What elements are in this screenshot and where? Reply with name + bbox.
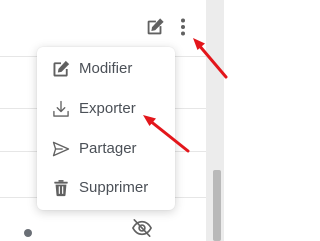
eye-off-icon xyxy=(131,219,153,237)
menu-item-label: Partager xyxy=(79,140,137,157)
status-dot xyxy=(24,229,32,237)
visibility-toggle[interactable] xyxy=(131,218,153,238)
menu-item-label: Supprimer xyxy=(79,179,149,196)
menu-item-partager[interactable]: Partager xyxy=(37,130,175,168)
edit-button[interactable] xyxy=(142,14,168,40)
menu-item-modifier[interactable]: Modifier xyxy=(37,50,175,88)
trash-icon xyxy=(54,180,68,197)
menu-item-supprimer[interactable]: Supprimer xyxy=(37,169,175,207)
more-options-button[interactable] xyxy=(176,14,190,40)
menu-item-label: Modifier xyxy=(79,60,133,77)
menu-item-label: Exporter xyxy=(79,100,136,117)
scrollbar-thumb[interactable] xyxy=(213,170,221,241)
pencil-square-icon xyxy=(147,18,164,35)
send-icon xyxy=(52,141,70,157)
more-vertical-icon xyxy=(181,18,185,36)
menu-item-exporter[interactable]: Exporter xyxy=(37,90,175,128)
edit-icon xyxy=(53,60,70,77)
context-menu: Modifier Exporter Partager Supprimer xyxy=(37,47,175,210)
download-icon xyxy=(53,100,69,117)
